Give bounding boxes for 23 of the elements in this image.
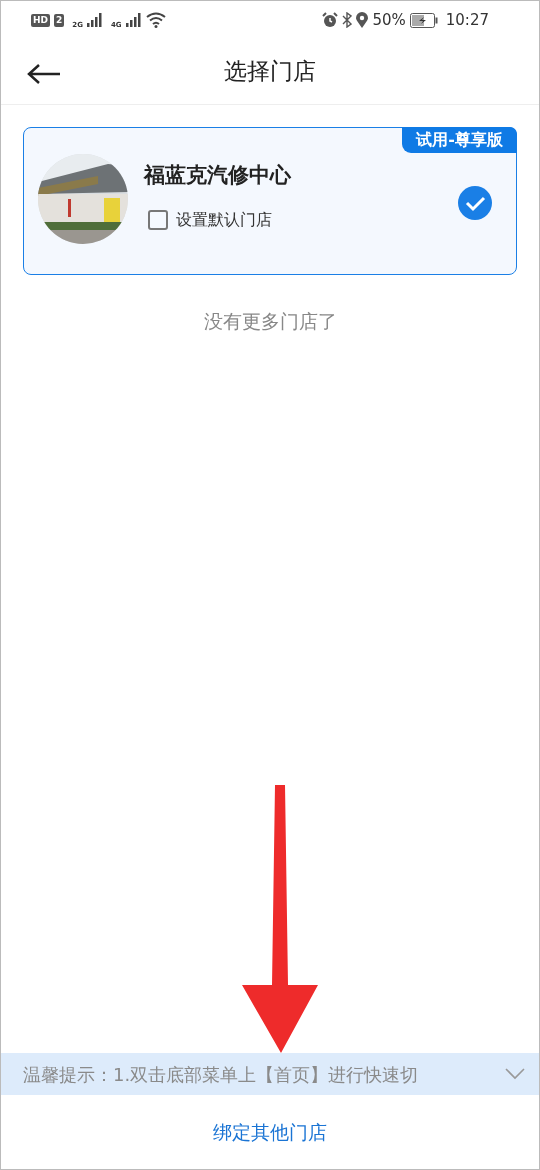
plan-badge: 试用-尊享版	[402, 127, 517, 153]
checkbox[interactable]	[148, 209, 168, 230]
bind-store-button[interactable]: 绑定其他门店	[1, 1095, 539, 1169]
sim-badge: 2	[54, 13, 65, 27]
location-icon	[356, 12, 369, 28]
clock: 10:27	[445, 9, 489, 31]
signal-icon	[86, 13, 103, 27]
check-icon	[458, 186, 492, 220]
store-name: 福蓝克汽修中心	[144, 162, 292, 189]
chevron-icon[interactable]	[505, 1068, 525, 1080]
bluetooth-icon	[342, 12, 353, 28]
checkbox-label: 设置默认门店	[176, 208, 272, 231]
battery-level: 50%	[372, 9, 406, 31]
tip-text: 温馨提示：1.双击底部菜单上【首页】进行快速切	[23, 1062, 420, 1087]
store-card[interactable]: 试用-尊享版 福蓝克汽修中心 设置默认门店	[23, 127, 517, 275]
back-button[interactable]	[27, 61, 61, 85]
page-title: 选择门店	[224, 57, 316, 86]
battery-icon	[409, 12, 438, 28]
alarm-icon	[322, 12, 339, 28]
sim-badge: HD	[31, 13, 50, 27]
signal-icon	[125, 13, 142, 27]
wifi-icon	[145, 12, 166, 28]
end-of-list-note: 没有更多门店了	[202, 309, 338, 334]
